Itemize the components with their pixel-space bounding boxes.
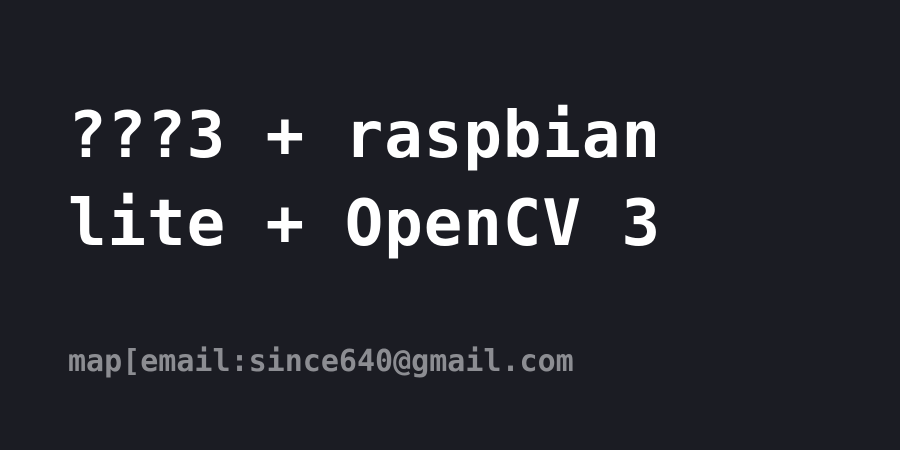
post-title-line-1: ???3 + raspbian	[68, 99, 661, 173]
author-email: map[email:since640@gmail.com	[68, 344, 574, 379]
post-title: ???3 + raspbian lite + OpenCV 3	[68, 92, 868, 268]
post-title-line-2: lite + OpenCV 3	[68, 187, 661, 261]
og-image-card: ???3 + raspbian lite + OpenCV 3 map[emai…	[0, 0, 900, 450]
